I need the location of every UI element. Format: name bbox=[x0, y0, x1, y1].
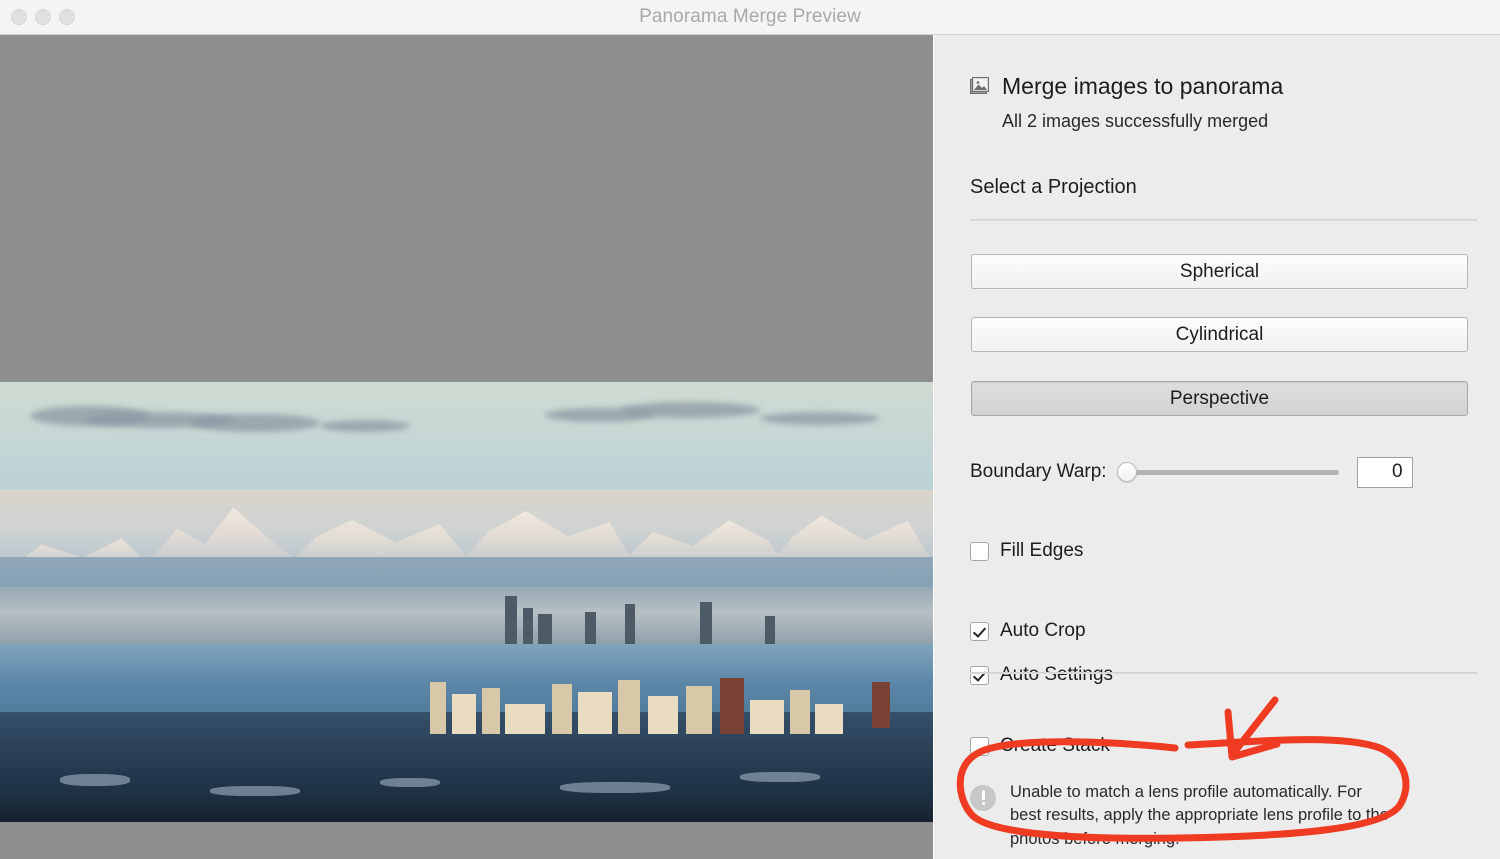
foreground-building bbox=[552, 684, 572, 734]
divider-top bbox=[970, 219, 1477, 221]
skyline-tower bbox=[765, 616, 775, 644]
skyline-tower bbox=[625, 604, 635, 644]
snow-patch bbox=[60, 774, 130, 786]
projection-section-label: Select a Projection bbox=[970, 176, 1137, 198]
checkbox-auto-settings[interactable] bbox=[970, 665, 989, 685]
checkbox-row-create-stack[interactable]: Create Stack bbox=[970, 735, 1110, 757]
projection-button-cylindrical[interactable]: Cylindrical bbox=[971, 317, 1468, 352]
panel-header: Merge images to panorama bbox=[970, 73, 1283, 100]
slider-track[interactable] bbox=[1126, 470, 1339, 475]
projection-button-spherical[interactable]: Spherical bbox=[971, 254, 1468, 289]
skyline-tower bbox=[585, 612, 596, 644]
checkbox-label-create-stack: Create Stack bbox=[1000, 735, 1110, 756]
slider-thumb[interactable] bbox=[1116, 462, 1137, 482]
foreground-building bbox=[648, 696, 678, 734]
snow-patch bbox=[560, 782, 670, 793]
checkbox-auto-crop[interactable] bbox=[970, 621, 989, 641]
checkbox-row-auto-settings[interactable]: Auto Settings bbox=[970, 664, 1113, 686]
cloud-shape bbox=[190, 414, 320, 432]
snow-patch bbox=[380, 778, 440, 787]
boundary-warp-label: Boundary Warp: bbox=[970, 461, 1107, 482]
forest-region bbox=[0, 750, 933, 822]
foreground-building bbox=[872, 682, 890, 728]
boundary-warp-value-field[interactable]: 0 bbox=[1356, 456, 1413, 488]
skyline-tower bbox=[505, 596, 517, 644]
checkbox-row-auto-crop[interactable]: Auto Crop bbox=[970, 620, 1086, 642]
cloud-shape bbox=[320, 420, 410, 432]
foreground-building bbox=[750, 700, 784, 734]
cloud-shape bbox=[620, 402, 760, 418]
panorama-image bbox=[0, 382, 933, 822]
app-window: Panorama Merge Preview Merge images to p… bbox=[0, 0, 1500, 859]
window-title: Panorama Merge Preview bbox=[639, 6, 861, 27]
checkbox-label-auto-settings: Auto Settings bbox=[1000, 664, 1114, 685]
foreground-building bbox=[578, 692, 612, 734]
boundary-warp-slider[interactable] bbox=[1116, 461, 1339, 483]
foreground-building bbox=[686, 686, 712, 734]
warning-message: Unable to match a lens profile automatic… bbox=[1010, 783, 1389, 848]
foreground-building bbox=[618, 680, 640, 734]
snow-patch bbox=[740, 772, 820, 782]
foreground-building bbox=[720, 678, 744, 734]
skyline-tower bbox=[523, 608, 533, 644]
boundary-warp-row: Boundary Warp: 0 bbox=[970, 455, 1480, 489]
skyline-tower bbox=[700, 602, 712, 644]
distant-cityscape bbox=[0, 587, 933, 649]
foreground-building bbox=[790, 690, 810, 734]
projection-button-perspective[interactable]: Perspective bbox=[971, 381, 1468, 416]
exclamation-circle-icon bbox=[970, 785, 996, 811]
foreground-building bbox=[505, 704, 545, 734]
cloud-shape bbox=[760, 412, 880, 425]
foreground-building bbox=[430, 682, 446, 734]
checkbox-fill-edges[interactable] bbox=[970, 541, 989, 561]
panel-title: Merge images to panorama bbox=[1002, 73, 1284, 99]
snow-patch bbox=[210, 786, 300, 796]
divider-bottom bbox=[970, 672, 1477, 674]
checkbox-create-stack[interactable] bbox=[970, 736, 989, 756]
lens-profile-warning: Unable to match a lens profile automatic… bbox=[970, 781, 1390, 851]
checkbox-label-auto-crop: Auto Crop bbox=[1000, 620, 1086, 641]
skyline-tower bbox=[538, 614, 552, 644]
foreground-building bbox=[482, 688, 500, 734]
image-stack-icon bbox=[970, 77, 992, 96]
panel-subtitle: All 2 images successfully merged bbox=[1002, 111, 1269, 131]
merge-options-sidebar: Merge images to panorama All 2 images su… bbox=[934, 35, 1500, 859]
checkbox-row-fill-edges[interactable]: Fill Edges bbox=[970, 540, 1083, 562]
checkbox-label-fill-edges: Fill Edges bbox=[1000, 540, 1084, 561]
foreground-building bbox=[815, 704, 843, 734]
window-titlebar: Panorama Merge Preview bbox=[0, 0, 1500, 35]
panorama-preview-pane[interactable] bbox=[0, 35, 933, 859]
foreground-building bbox=[452, 694, 476, 734]
